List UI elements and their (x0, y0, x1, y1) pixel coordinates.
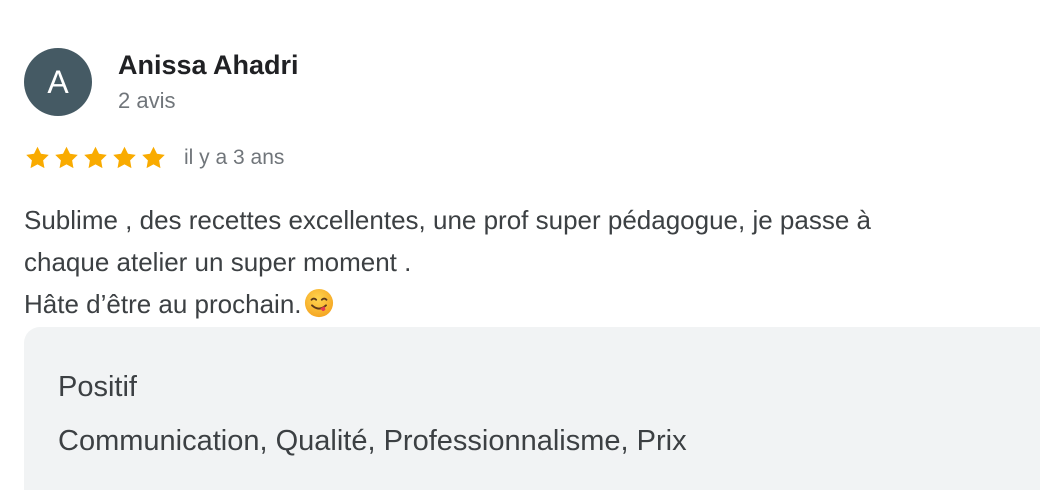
star-icon (84, 146, 107, 168)
star-icon (113, 146, 136, 168)
review-highlights-panel: Positif Communication, Qualité, Professi… (24, 327, 1040, 490)
star-icon (142, 146, 165, 168)
face-savoring-food-emoji-icon (304, 288, 333, 318)
highlights-values: Communication, Qualité, Professionnalism… (58, 425, 687, 457)
star-icon (55, 146, 78, 168)
review-date: il y a 3 ans (184, 146, 285, 169)
avatar-initial: A (47, 63, 69, 100)
avatar[interactable]: A (24, 48, 92, 116)
highlights-title: Positif (58, 371, 137, 403)
review-text-segment: Hâte d’être au prochain. (24, 289, 302, 319)
review-text-line: chaque atelier un super moment . (24, 247, 412, 277)
review-text-line: Hâte d’être au prochain. (24, 283, 1024, 325)
author-name[interactable]: Anissa Ahadri (118, 50, 299, 81)
rating-row: il y a 3 ans (24, 143, 284, 173)
review-text-line: Sublime , des recettes excellentes, une … (24, 205, 871, 235)
review-text: Sublime , des recettes excellentes, une … (24, 199, 1024, 325)
star-rating (24, 145, 167, 172)
star-icon (26, 146, 49, 168)
review-card: A Anissa Ahadri 2 avis il y a 3 ans Subl… (0, 0, 1040, 490)
author-review-count[interactable]: 2 avis (118, 88, 175, 114)
